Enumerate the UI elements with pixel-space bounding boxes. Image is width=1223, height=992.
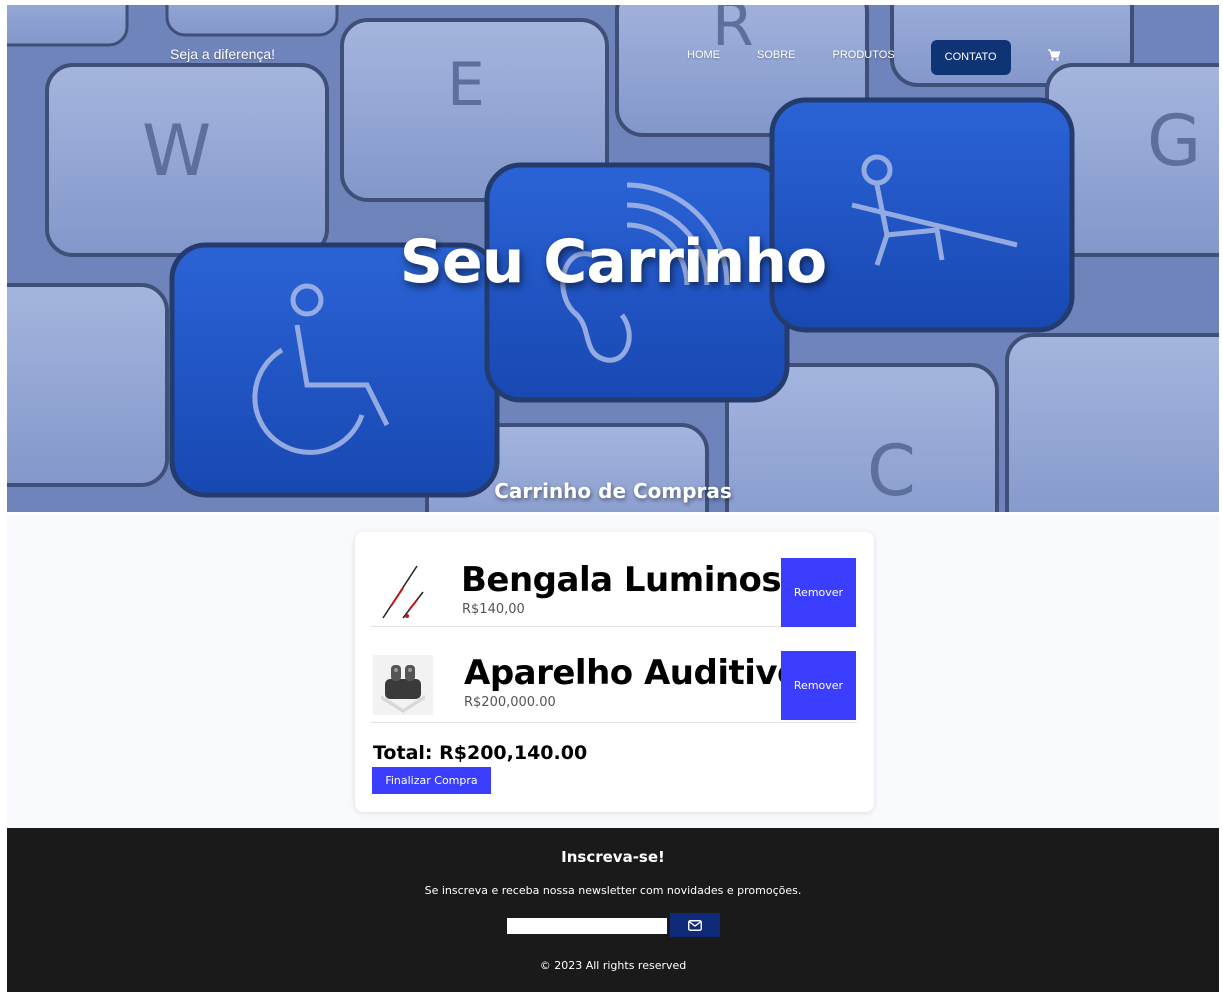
newsletter-description: Se inscreva e receba nossa newsletter co… [424,884,802,897]
nav-produtos-link[interactable]: PRODUTOS [833,49,895,61]
cart-card: Bengala Luminosa R$140,00 Remover Aparel… [355,532,874,812]
envelope-icon [688,919,702,931]
svg-text:W: W [142,110,211,192]
shopping-cart-icon[interactable] [1047,48,1061,62]
contato-button[interactable]: CONTATO [930,39,1011,75]
svg-text:E: E [447,50,485,120]
cart-item: Bengala Luminosa R$140,00 Remover [371,532,857,627]
footer: Inscreva-se! Se inscreva e receba nossa … [7,828,1219,992]
hero-banner: W E R G C Seja a diferença! HOME SOBRE P… [7,5,1219,512]
cart-total: Total: R$200,140.00 [373,742,588,764]
cart-item: Aparelho Auditivo R$200,000.00 Remover [371,628,857,723]
newsletter-submit-button[interactable] [670,913,720,937]
page-subtitle: Carrinho de Compras [494,479,732,503]
white-cane-image [373,562,433,622]
svg-text:G: G [1147,100,1201,182]
item-name: Bengala Luminosa [461,560,804,600]
item-price: R$200,000.00 [464,695,556,710]
nav-home-link[interactable]: HOME [687,49,720,61]
main-nav: HOME SOBRE PRODUTOS CONTATO [687,38,1061,76]
item-name: Aparelho Auditivo [464,653,800,693]
newsletter-email-input[interactable] [507,918,667,934]
nav-sobre-link[interactable]: SOBRE [757,49,796,61]
hearing-aid-image [373,655,433,715]
remove-item-button[interactable]: Remover [781,651,856,720]
copyright-text: © 2023 All rights reserved [539,959,687,972]
newsletter-title: Inscreva-se! [561,848,665,866]
brand-tagline[interactable]: Seja a diferença! [170,46,275,62]
cart-section: Bengala Luminosa R$140,00 Remover Aparel… [7,515,1219,828]
checkout-button[interactable]: Finalizar Compra [372,767,491,794]
page-title: Seu Carrinho [399,227,827,297]
item-price: R$140,00 [462,602,525,617]
remove-item-button[interactable]: Remover [781,558,856,627]
